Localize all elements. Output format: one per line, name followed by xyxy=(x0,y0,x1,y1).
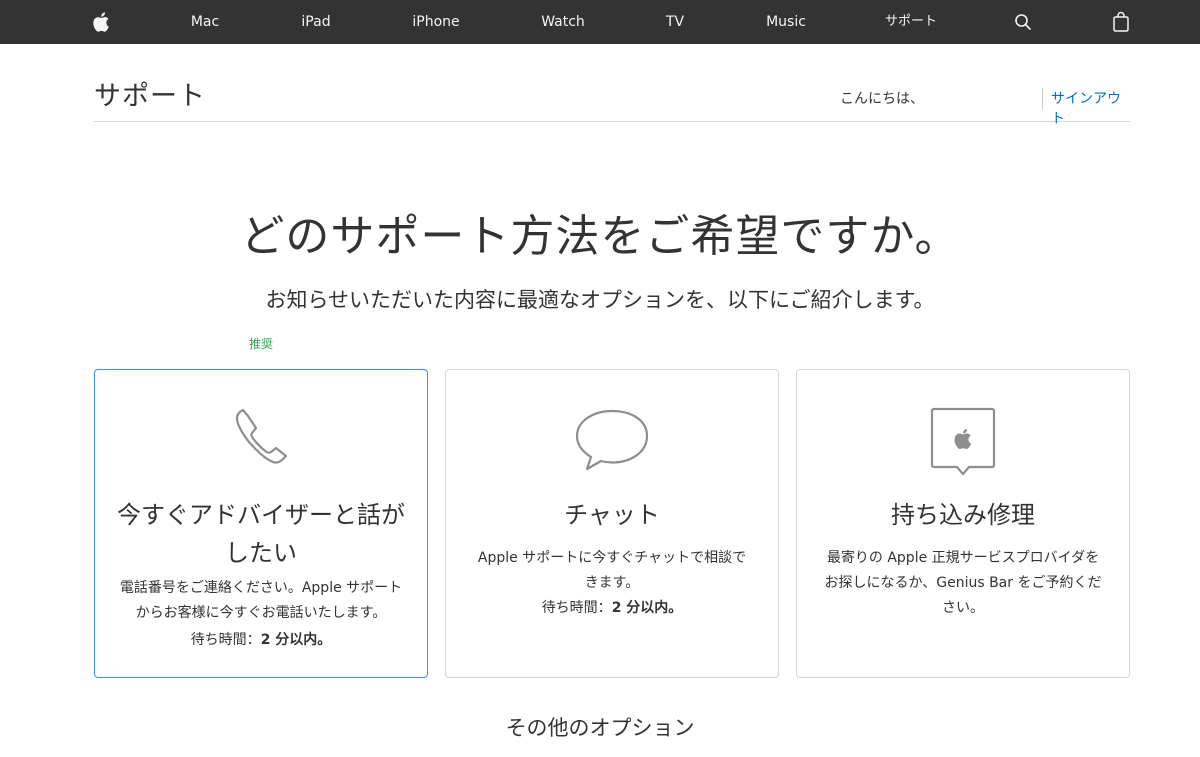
card-description: Apple サポートに今すぐチャットで相談できます。 xyxy=(477,550,747,591)
signout-link[interactable]: サインアウト xyxy=(1051,88,1130,128)
card-title: 持ち込み修理 xyxy=(891,501,1035,529)
support-header: サポート こんにちは、 サインアウト xyxy=(94,44,1130,127)
nav-support[interactable]: サポート xyxy=(885,0,937,44)
wait-time: 待ち時間：2 分以内。 xyxy=(446,596,778,621)
nav-iphone[interactable]: iPhone xyxy=(412,0,459,44)
nav-mac[interactable]: Mac xyxy=(191,0,219,44)
nav-tv[interactable]: TV xyxy=(666,0,684,44)
global-nav: Mac iPad iPhone Watch TV Music サポート xyxy=(0,0,1200,44)
shopping-bag-icon[interactable] xyxy=(1109,10,1133,34)
hero-subtitle: お知らせいただいた内容に最適なオプションを、以下にご紹介します。 xyxy=(265,288,935,312)
card-description: 電話番号をご連絡ください。Apple サポートからお客様に今すぐお電話いたします… xyxy=(119,580,403,621)
card-title: 今すぐアドバイザーと話がしたい xyxy=(117,501,405,567)
wait-time-label: 待ち時間： xyxy=(541,600,612,616)
chat-bubble-icon xyxy=(572,406,652,476)
wait-time-label: 待ち時間： xyxy=(190,632,261,648)
wait-time-value: 2 分以内。 xyxy=(611,600,683,616)
phone-icon xyxy=(221,404,301,474)
wait-time: 待ち時間：2 分以内。 xyxy=(95,628,427,653)
other-options-heading: その他のオプション xyxy=(505,716,695,740)
card-title: チャット xyxy=(564,501,660,529)
recommended-badge: 推奨 xyxy=(249,337,274,351)
option-card-call[interactable]: 今すぐアドバイザーと話がしたい 電話番号をご連絡ください。Apple サポートか… xyxy=(94,369,428,678)
header-divider xyxy=(1042,88,1043,110)
nav-music[interactable]: Music xyxy=(766,0,806,44)
wait-time-value: 2 分以内。 xyxy=(260,632,332,648)
search-icon[interactable] xyxy=(1011,10,1035,34)
option-card-chat[interactable]: チャット Apple サポートに今すぐチャットで相談できます。 待ち時間：2 分… xyxy=(445,369,779,678)
nav-ipad[interactable]: iPad xyxy=(301,0,330,44)
apple-logo-icon[interactable] xyxy=(90,10,114,34)
nav-watch[interactable]: Watch xyxy=(541,0,585,44)
option-card-carry-in[interactable]: 持ち込み修理 最寄りの Apple 正規サービスプロバイダをお探しになるか、Ge… xyxy=(796,369,1130,678)
apple-store-pin-icon xyxy=(923,406,1003,476)
greeting-text: こんにちは、 xyxy=(840,91,924,107)
card-description: 最寄りの Apple 正規サービスプロバイダをお探しになるか、Genius Ba… xyxy=(824,550,1102,616)
page-title[interactable]: サポート xyxy=(94,74,206,113)
hero-title: どのサポート方法をご希望ですか。 xyxy=(240,211,960,262)
